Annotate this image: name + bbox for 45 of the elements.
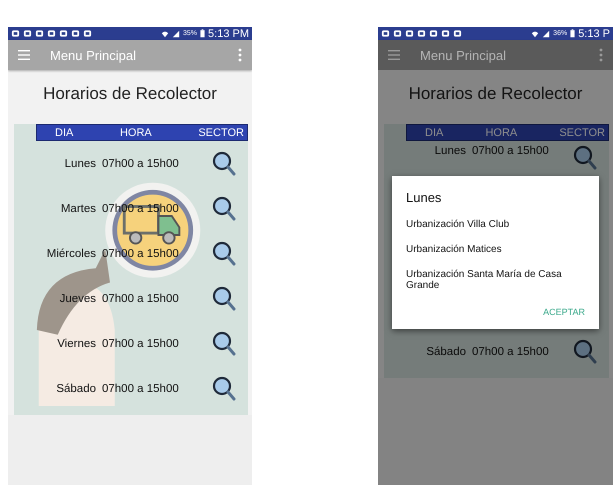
sector-name: Urbanización Santa María de Casa Grande <box>406 269 563 291</box>
day-cell-text: Sábado <box>55 382 96 394</box>
day-cell-text: Viernes <box>56 338 96 350</box>
column-header: DIA <box>55 126 74 138</box>
page-heading: Horarios de Recolector <box>43 84 217 104</box>
hours-cell-text: 07h00 a 15h00 <box>102 292 180 304</box>
column-header: HORA <box>485 126 518 138</box>
column-header: SECTOR <box>198 126 244 138</box>
search-icon[interactable] <box>212 196 236 222</box>
column-header: SECTOR <box>559 126 605 138</box>
hours-cell-text: 07h00 a 15h00 <box>472 346 550 358</box>
wifi-icon <box>161 30 170 38</box>
signal-icon <box>542 30 550 38</box>
dialog-title: Lunes <box>406 190 442 205</box>
clock-time: 5:13 P <box>578 28 610 40</box>
wifi-icon <box>531 30 540 38</box>
sector-name: Urbanización Matices <box>406 244 503 255</box>
column-header: DIA <box>425 126 444 138</box>
day-cell-text: Lunes <box>434 145 466 157</box>
search-icon[interactable] <box>212 286 236 312</box>
search-icon[interactable] <box>212 330 236 356</box>
search-icon[interactable] <box>212 150 236 176</box>
app-title: Menu Principal <box>420 48 507 62</box>
signal-icon <box>172 30 180 38</box>
column-header: HORA <box>120 126 152 138</box>
hours-cell-text: 07h00 a 15h00 <box>102 382 180 394</box>
search-icon[interactable] <box>212 240 236 266</box>
hours-cell-text: 07h00 a 15h00 <box>472 145 550 157</box>
battery-icon <box>200 29 206 38</box>
day-cell-text: Lunes <box>64 158 96 170</box>
day-cell-text: Martes <box>60 202 96 214</box>
battery-icon <box>570 29 576 38</box>
search-icon[interactable] <box>212 376 236 402</box>
day-cell-text: Miércoles <box>46 248 96 260</box>
hours-cell-text: 07h00 a 15h00 <box>102 158 180 170</box>
app-title: Menu Principal <box>50 48 137 62</box>
more-options-icon[interactable] <box>599 48 603 62</box>
hours-cell-text: 07h00 a 15h00 <box>102 338 180 350</box>
page-heading: Horarios de Recolector <box>408 84 582 104</box>
menu-icon[interactable] <box>388 50 400 60</box>
sector-name: Urbanización Villa Club <box>406 219 510 230</box>
hours-cell-text: 07h00 a 15h00 <box>102 248 180 260</box>
accept-button[interactable]: ACEPTAR <box>543 305 585 319</box>
day-cell-text: Sábado <box>425 346 466 358</box>
clock-time: 5:13 PM <box>208 28 249 40</box>
